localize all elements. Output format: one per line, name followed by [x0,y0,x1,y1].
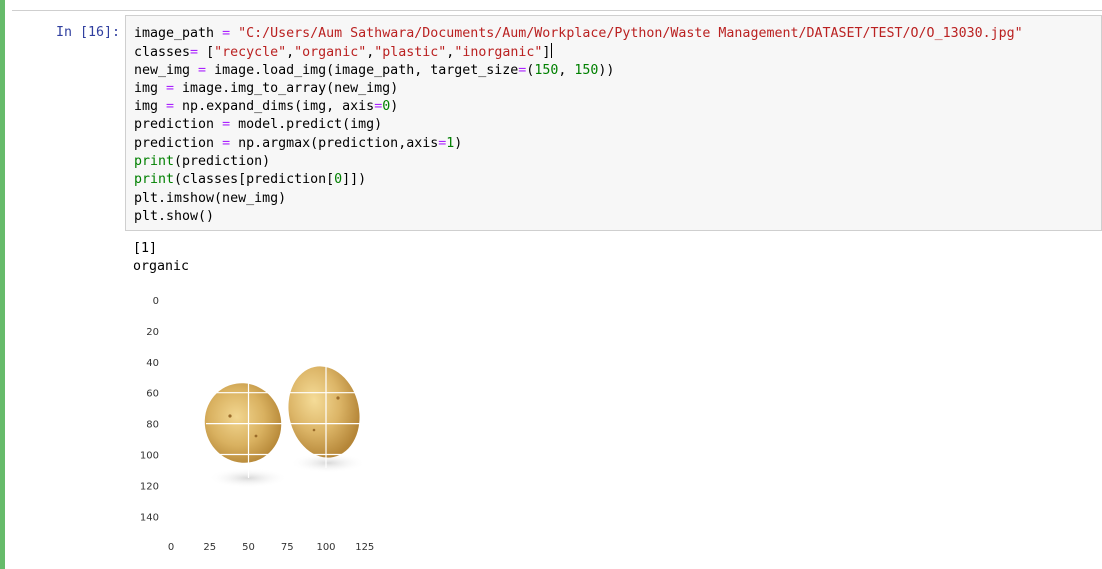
code-cell-editor[interactable]: image_path = "C:/Users/Aum Sathwara/Docu… [125,15,1102,231]
code-token: 150 [574,62,599,78]
code-token: plt.imshow(new_img) [134,190,287,206]
code-token: ) [390,99,399,115]
code-text[interactable]: image_path = "C:/Users/Aum Sathwara/Docu… [134,25,1023,226]
code-line[interactable]: prediction = np.argmax(prediction,axis=1… [134,135,1023,153]
x-tick-label: 25 [203,542,216,553]
code-token: "recycle" [214,45,287,61]
code-line[interactable]: print(prediction) [134,153,1023,171]
y-tick-label: 40 [146,358,159,369]
code-token: new_img [134,62,199,78]
code-line[interactable]: img = image.img_to_array(new_img) [134,80,1023,98]
y-tick-label: 60 [146,389,159,400]
code-token: classes [134,45,191,61]
code-token: = [222,135,231,151]
code-token: = [190,45,199,61]
code-line[interactable]: prediction = model.predict(img) [134,116,1023,134]
x-tick-label: 125 [355,542,374,553]
code-line[interactable]: img = np.expand_dims(img, axis=0) [134,98,1023,116]
code-token: , [558,62,575,78]
code-token: print [134,172,175,188]
code-token: np.expand_dims(img, axis [174,99,375,115]
code-token: [ [198,45,215,61]
code-token: prediction [134,135,223,151]
code-token: = [374,99,383,115]
x-tick-label: 100 [316,542,335,553]
code-line[interactable]: classes= ["recycle","organic","plastic",… [134,43,1023,61]
code-token: ] [542,45,551,61]
code-token: )) [598,62,615,78]
code-token: = [166,80,175,96]
code-token: ) [454,135,463,151]
code-line[interactable]: print(classes[prediction[0]]) [134,171,1023,189]
code-token: ]]) [342,172,367,188]
code-token: = [198,62,207,78]
code-token: img [134,99,167,115]
code-token: = [222,26,231,41]
code-token: = [166,99,175,115]
y-tick-label: 0 [153,296,159,307]
code-token: prediction [134,117,223,133]
code-token: 0 [334,172,343,188]
y-tick-label: 140 [140,512,159,523]
output-line-class: organic [133,259,190,275]
code-token: plt.show() [134,208,215,224]
y-tick-label: 20 [146,327,159,338]
y-tick-label: 100 [140,451,159,462]
text-cursor [551,43,553,59]
y-tick-label: 80 [146,420,159,431]
code-token: "C:/Users/Aum Sathwara/Documents/Aum/Wor… [238,26,1023,41]
code-token: img [134,80,167,96]
code-line[interactable]: image_path = "C:/Users/Aum Sathwara/Docu… [134,25,1023,43]
code-token: "plastic" [374,45,447,61]
code-token: np.argmax(prediction,axis [230,135,439,151]
code-token: "organic" [294,45,367,61]
code-token: image.load_img(image_path, target_size [206,62,519,78]
code-token: = [222,117,231,133]
imshow-plot: 0 20 40 60 80 100 120 140 0 25 50 75 100 125 [140,296,374,553]
x-tick-label: 50 [242,542,255,553]
x-tick-label: 75 [281,542,294,553]
code-line[interactable]: plt.imshow(new_img) [134,190,1023,208]
code-token: 150 [534,62,559,78]
output-line-prediction: [1] [133,241,158,256]
cell-divider [12,10,1102,11]
code-token: print [134,154,175,170]
code-token: model.predict(img) [230,117,383,133]
x-tick-label: 0 [168,542,174,553]
code-token: image.img_to_array(new_img) [174,80,399,96]
y-tick-label: 120 [140,481,159,492]
code-line[interactable]: new_img = image.load_img(image_path, tar… [134,62,1023,80]
code-token: (prediction) [174,154,271,170]
input-prompt: In [16]: [56,25,121,40]
cell-output: [1] organic [133,240,189,277]
code-token: (classes[prediction[ [174,172,335,188]
code-token: image_path [134,26,223,41]
code-token: , [286,45,295,61]
code-token: "inorganic" [454,45,543,61]
code-line[interactable]: plt.show() [134,208,1023,226]
